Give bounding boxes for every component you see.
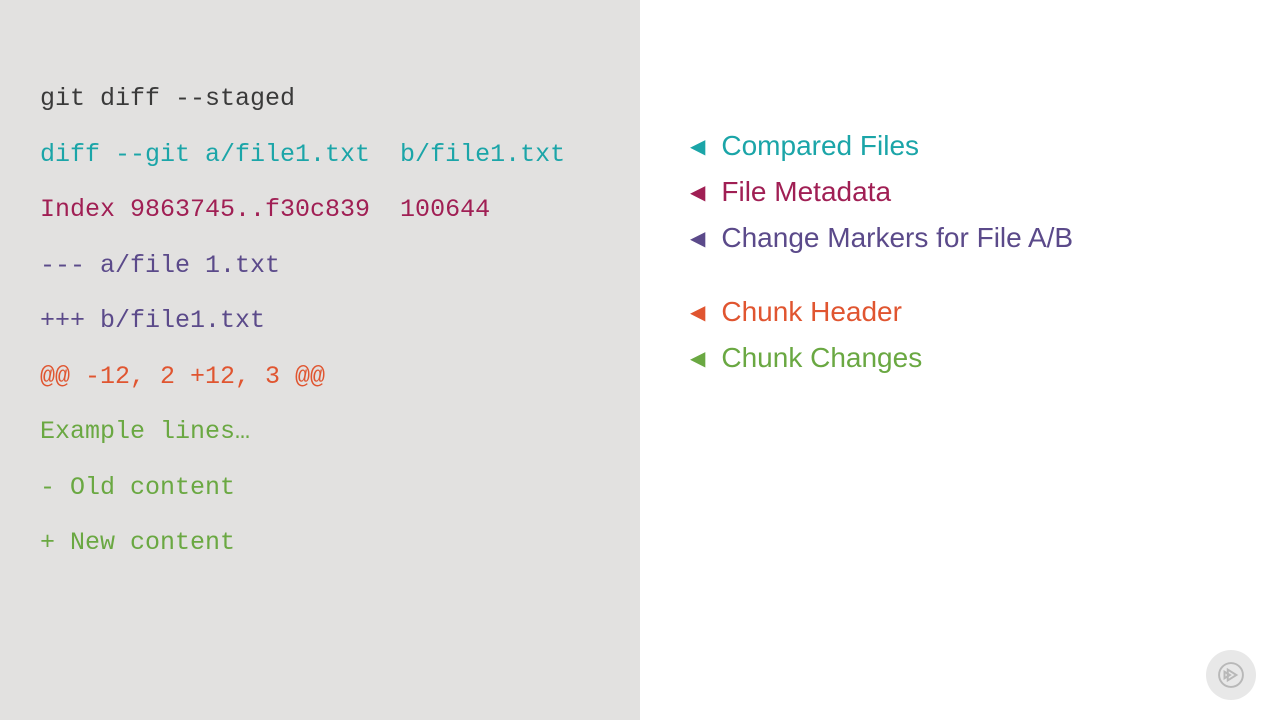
code-example-context: Example lines… [40,413,600,451]
legend-label: Change Markers for File A/B [721,222,1073,254]
code-added-line: + New content [40,524,600,562]
triangle-left-icon: ◀ [690,134,705,159]
triangle-left-icon: ◀ [690,226,705,251]
legend-chunk-changes: ◀ Chunk Changes [690,342,1230,374]
code-file-b-marker: +++ b/file1.txt [40,302,600,340]
legend-file-metadata: ◀ File Metadata [690,176,1230,208]
pluralsight-logo-icon [1206,650,1256,700]
legend-label: Chunk Changes [721,342,922,374]
code-index-line: Index 9863745..f30c839 100644 [40,191,600,229]
legend-change-markers: ◀ Change Markers for File A/B [690,222,1230,254]
triangle-left-icon: ◀ [690,180,705,205]
code-command-line: git diff --staged [40,80,600,118]
legend-label: Chunk Header [721,296,902,328]
triangle-left-icon: ◀ [690,300,705,325]
legend-label: Compared Files [721,130,919,162]
legend-chunk-header: ◀ Chunk Header [690,296,1230,328]
code-removed-line: - Old content [40,469,600,507]
code-diff-header: diff --git a/file1.txt b/file1.txt [40,136,600,174]
legend-label: File Metadata [721,176,891,208]
code-file-a-marker: --- a/file 1.txt [40,247,600,285]
code-chunk-header: @@ -12, 2 +12, 3 @@ [40,358,600,396]
legend-panel: ◀ Compared Files ◀ File Metadata ◀ Chang… [640,0,1280,720]
triangle-left-icon: ◀ [690,346,705,371]
legend-compared-files: ◀ Compared Files [690,130,1230,162]
code-panel: git diff --staged diff --git a/file1.txt… [0,0,640,720]
